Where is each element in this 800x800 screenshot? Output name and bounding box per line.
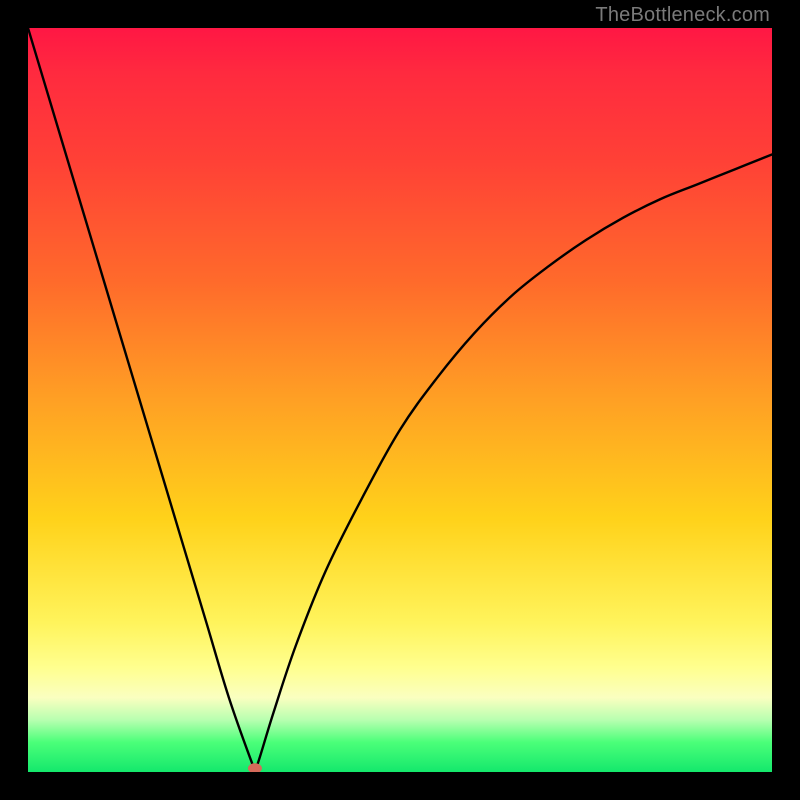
bottleneck-curve — [28, 28, 772, 769]
chart-container: TheBottleneck.com — [0, 0, 800, 800]
plot-area — [28, 28, 772, 772]
watermark-text: TheBottleneck.com — [595, 4, 770, 27]
curve-svg — [28, 28, 772, 772]
minimum-marker — [248, 763, 262, 772]
